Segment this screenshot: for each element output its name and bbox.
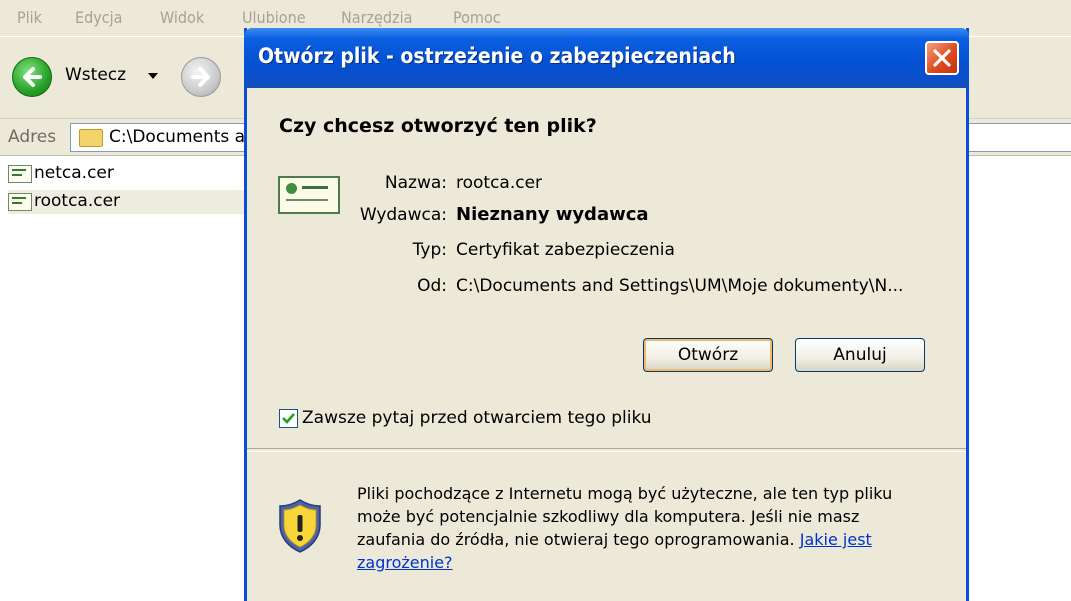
address-label: Adres	[8, 127, 57, 147]
menu-item-ulubione[interactable]: Ulubione	[242, 8, 306, 27]
menu-item-pomoc[interactable]: Pomoc	[453, 8, 501, 27]
security-warning-dialog: Otwórz plik - ostrzeżenie o zabezpieczen…	[244, 28, 969, 601]
file-item-netca[interactable]: netca.cer	[8, 162, 128, 186]
type-label: Typ:	[412, 240, 447, 260]
publisher-label: Wydawca:	[359, 205, 447, 225]
back-button[interactable]	[12, 57, 52, 97]
separator	[247, 448, 966, 452]
always-ask-label[interactable]: Zawsze pytaj przed otwarciem tego pliku	[302, 408, 652, 428]
certificate-file-icon	[8, 165, 32, 183]
checkmark-icon	[282, 413, 295, 424]
menu-item-plik[interactable]: Plik	[17, 8, 42, 27]
warning-line-3: zaufania do źródła, nie otwieraj tego op…	[357, 530, 795, 549]
file-name: rootca.cer	[34, 191, 121, 211]
cancel-button[interactable]: Anuluj	[795, 338, 925, 372]
close-button[interactable]	[925, 41, 959, 75]
file-item-rootca[interactable]: rootca.cer	[8, 190, 244, 214]
open-button[interactable]: Otwórz	[643, 338, 773, 372]
name-value: rootca.cer	[456, 173, 543, 193]
menu-item-widok[interactable]: Widok	[160, 8, 204, 27]
forward-button[interactable]	[181, 57, 221, 97]
address-path: C:\Documents a	[109, 127, 246, 147]
warning-text: Pliki pochodzące z Internetu mogą być uż…	[357, 482, 947, 574]
folder-icon	[79, 129, 103, 147]
arrow-right-icon	[191, 67, 210, 87]
arrow-left-icon	[23, 67, 42, 87]
risk-link[interactable]: Jakie jest	[800, 530, 872, 549]
warning-line-1: Pliki pochodzące z Internetu mogą być uż…	[357, 484, 893, 503]
warning-line-2: może być potencjalnie szkodliwy dla komp…	[357, 507, 860, 526]
file-name: netca.cer	[34, 163, 114, 183]
menu-item-edycja[interactable]: Edycja	[75, 8, 122, 27]
risk-link-continued[interactable]: zagrożenie?	[357, 553, 453, 572]
always-ask-checkbox[interactable]	[279, 409, 298, 428]
dialog-question: Czy chcesz otworzyć ten plik?	[279, 115, 597, 137]
dialog-titlebar[interactable]: Otwórz plik - ostrzeżenie o zabezpieczen…	[244, 28, 969, 88]
from-label: Od:	[417, 276, 447, 296]
back-button-label[interactable]: Wstecz	[65, 65, 126, 85]
menu-item-narzedzia[interactable]: Narzędzia	[341, 8, 412, 27]
close-icon	[933, 49, 951, 67]
shield-warning-icon	[279, 499, 321, 553]
name-label: Nazwa:	[384, 173, 447, 193]
certificate-file-icon	[8, 193, 32, 211]
back-dropdown-arrow-icon[interactable]	[148, 73, 158, 79]
type-value: Certyfikat zabezpieczenia	[456, 240, 675, 260]
dialog-title: Otwórz plik - ostrzeżenie o zabezpieczen…	[258, 44, 736, 68]
from-value: C:\Documents and Settings\UM\Moje dokume…	[456, 276, 904, 296]
publisher-value: Nieznany wydawca	[456, 204, 649, 225]
